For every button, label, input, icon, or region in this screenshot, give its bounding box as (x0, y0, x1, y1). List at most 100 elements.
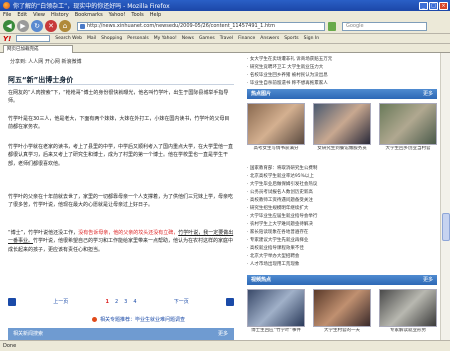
tab-current[interactable]: 网页已加载完成 (3, 45, 73, 53)
yahoo-news[interactable]: News (182, 36, 194, 41)
related-topic[interactable]: 相关专题推荐：毕业生就业难问题调查 (92, 316, 185, 323)
sidebar-link[interactable]: 毕业生自杀前留遗书 称不想再拖累家人 (247, 80, 437, 88)
news-link[interactable]: 公务员考试报名人数创历史新高 (247, 189, 437, 197)
article-paragraph-2: 竹学叶是在30三人，他是老大，下面有两个妹妹，大妹在外打工，小妹在国内读书，竹学… (8, 116, 230, 131)
news-link[interactable]: 大学毕业生应届生就业指导会举行 (247, 213, 437, 221)
yahoo-sports[interactable]: Sports (284, 36, 298, 41)
prev-page-icon[interactable] (8, 297, 16, 306)
menu-tools[interactable]: Tools (131, 12, 143, 18)
search-input[interactable]: Google (342, 21, 427, 31)
highlighted-quote: 没有告诉母亲，他的父亲的坟头还没有立碑， (78, 230, 179, 236)
yahoo-logo-icon[interactable]: Y! (3, 35, 11, 43)
yahoo-finance[interactable]: Finance (238, 36, 255, 41)
news-link[interactable]: 高校教师工资待遇问题备受关注 (247, 197, 437, 205)
yahoo-search-input[interactable] (16, 35, 51, 42)
page-link-1[interactable]: 1 (105, 299, 108, 305)
yahoo-travel[interactable]: Travel (220, 36, 233, 41)
home-icon[interactable]: ⌂ (59, 20, 71, 32)
thumb-row-1: 高考女生写情书获满分 女研究生到餐馆做服务员 大学生回乡创业当村官 (247, 103, 437, 152)
thumb-card[interactable]: 大学生回乡创业当村官 (379, 103, 437, 152)
news-link[interactable]: 高校就业指导课程效果不佳 (247, 245, 437, 253)
thumb-caption[interactable]: 博士生回应“竹学叶”事件 (247, 328, 305, 334)
next-page-icon[interactable] (225, 297, 234, 306)
news-link[interactable]: 专家建议大学生先就业再择业 (247, 237, 437, 245)
bullet-icon (92, 317, 97, 322)
thumb-caption[interactable]: 女研究生到餐馆做服务员 (313, 146, 371, 152)
thumbnail-image[interactable] (247, 103, 305, 145)
close-button[interactable]: × (439, 1, 448, 10)
thumbnail-image[interactable] (313, 289, 371, 327)
thumb-card[interactable]: 博士生回应“竹学叶”事件 (247, 289, 305, 334)
menu-history[interactable]: History (51, 12, 69, 18)
menu-yahoo[interactable]: Yahoo! (109, 12, 126, 18)
news-link[interactable]: 大学生毕业后做保姆引发社会热议 (247, 181, 437, 189)
menu-bookmarks[interactable]: Bookmarks (75, 12, 103, 18)
yahoo-my-yahoo[interactable]: My Yahoo! (154, 36, 177, 41)
go-button[interactable] (328, 21, 336, 31)
yahoo-mail[interactable]: Mail (87, 36, 96, 41)
status-bar: Done (0, 340, 450, 351)
yahoo-search-web[interactable]: Search Web (55, 36, 82, 41)
page-link-3[interactable]: 3 (124, 299, 127, 305)
related-news-bar: 相关新闻搜索 更多 (8, 328, 234, 340)
news-link[interactable]: 人才市场出现用工荒现象 (247, 261, 437, 269)
next-page-link[interactable]: 下一页 (174, 298, 189, 305)
pagination: 上一页 1 2 3 4 下一页 (8, 297, 234, 306)
share-links[interactable]: 分享到: 人人网 开心网 新浪微博 (10, 58, 81, 65)
thumb-caption[interactable]: 大学生回乡创业当村官 (379, 146, 437, 152)
thumb-caption[interactable]: 大学生村官的一天 (313, 328, 371, 334)
thumb-caption[interactable]: 高考女生写情书获满分 (247, 146, 305, 152)
page-link-2[interactable]: 2 (115, 299, 118, 305)
related-news-label: 相关新闻搜索 (13, 331, 44, 337)
sidebar-link[interactable]: 研究生竞聘环卫工 大学生就业压力大 (247, 64, 437, 72)
thumbnail-image[interactable] (379, 103, 437, 145)
paragraph-5-tail: 竹学叶说，他很希望自己的学习和工作能给家里带来一点帮助，他认为在农村这样的家庭中… (8, 238, 234, 253)
article-column: 分享到: 人人网 开心网 新浪微博 阿五“新”出博士身价 在网友的“人肉搜索”下… (0, 53, 245, 340)
news-link[interactable]: 北京大学举办大型招聘会 (247, 253, 437, 261)
section-more-link[interactable]: 更多 (423, 89, 433, 99)
menu-view[interactable]: View (33, 12, 45, 18)
vertical-scrollbar[interactable] (440, 53, 450, 340)
thumbnail-image[interactable] (379, 289, 437, 327)
thumb-card[interactable]: 专家解读就业形势 (379, 289, 437, 334)
reload-icon[interactable]: ↻ (31, 20, 43, 32)
news-link[interactable]: 家长陪读现象在各地普遍存在 (247, 229, 437, 237)
related-news-more[interactable]: 更多 (218, 328, 228, 340)
back-arrow-icon[interactable]: ◀ (3, 20, 15, 32)
yahoo-shopping[interactable]: Shopping (101, 36, 122, 41)
yahoo-sign-in[interactable]: Sign In (304, 36, 319, 41)
menu-file[interactable]: File (3, 12, 11, 18)
news-link[interactable]: 北京高校学生就业率达95%以上 (247, 173, 437, 181)
thumb-card[interactable]: 高考女生写情书获满分 (247, 103, 305, 152)
yahoo-answers[interactable]: Answers (260, 36, 279, 41)
news-link[interactable]: 研究生招生规模明年继续扩大 (247, 205, 437, 213)
minimize-button[interactable]: _ (419, 1, 428, 10)
url-field[interactable]: http://news.xinhuanet.com/newsedu/2009-0… (77, 21, 325, 31)
forward-arrow-icon[interactable]: ▶ (17, 20, 29, 32)
thumb-card[interactable]: 女研究生到餐馆做服务员 (313, 103, 371, 152)
menu-edit[interactable]: Edit (17, 12, 27, 18)
section-title: 视频热点 (251, 277, 272, 283)
sidebar-link[interactable]: 名校毕业生回乡养猪 被村民认为没出息 (247, 72, 437, 80)
scrollbar-thumb[interactable] (442, 213, 450, 241)
sidebar-link[interactable]: 女大学生在卖场遭非礼 诉商场获赔五万元 (247, 56, 437, 64)
menu-help[interactable]: Help (150, 12, 161, 18)
thumbnail-image[interactable] (313, 103, 371, 145)
page-link-4[interactable]: 4 (133, 299, 136, 305)
news-link[interactable]: 农村学生上大学难问题亟待解决 (247, 221, 437, 229)
news-link[interactable]: 国家教育部：将取消研究生公费制 (247, 165, 437, 173)
section-more-link[interactable]: 更多 (423, 275, 433, 285)
related-topic-label[interactable]: 相关专题推荐：毕业生就业难问题调查 (100, 316, 185, 323)
thumbnail-image[interactable] (247, 289, 305, 327)
yahoo-personals[interactable]: Personals (127, 36, 148, 41)
thumb-caption[interactable]: 专家解读就业形势 (379, 328, 437, 334)
section-title: 热点图片 (251, 91, 272, 97)
section-header-video: 视频热点 更多 (247, 275, 437, 285)
maximize-button[interactable]: □ (429, 1, 438, 10)
stop-icon[interactable]: ✕ (45, 20, 57, 32)
thumb-card[interactable]: 大学生村官的一天 (313, 289, 371, 334)
yahoo-games[interactable]: Games (199, 36, 215, 41)
firefox-logo-icon (3, 2, 10, 9)
prev-page-link[interactable]: 上一页 (53, 298, 68, 305)
sidebar-top-links: 女大学生在卖场遭非礼 诉商场获赔五万元 研究生竞聘环卫工 大学生就业压力大 名校… (247, 56, 437, 88)
